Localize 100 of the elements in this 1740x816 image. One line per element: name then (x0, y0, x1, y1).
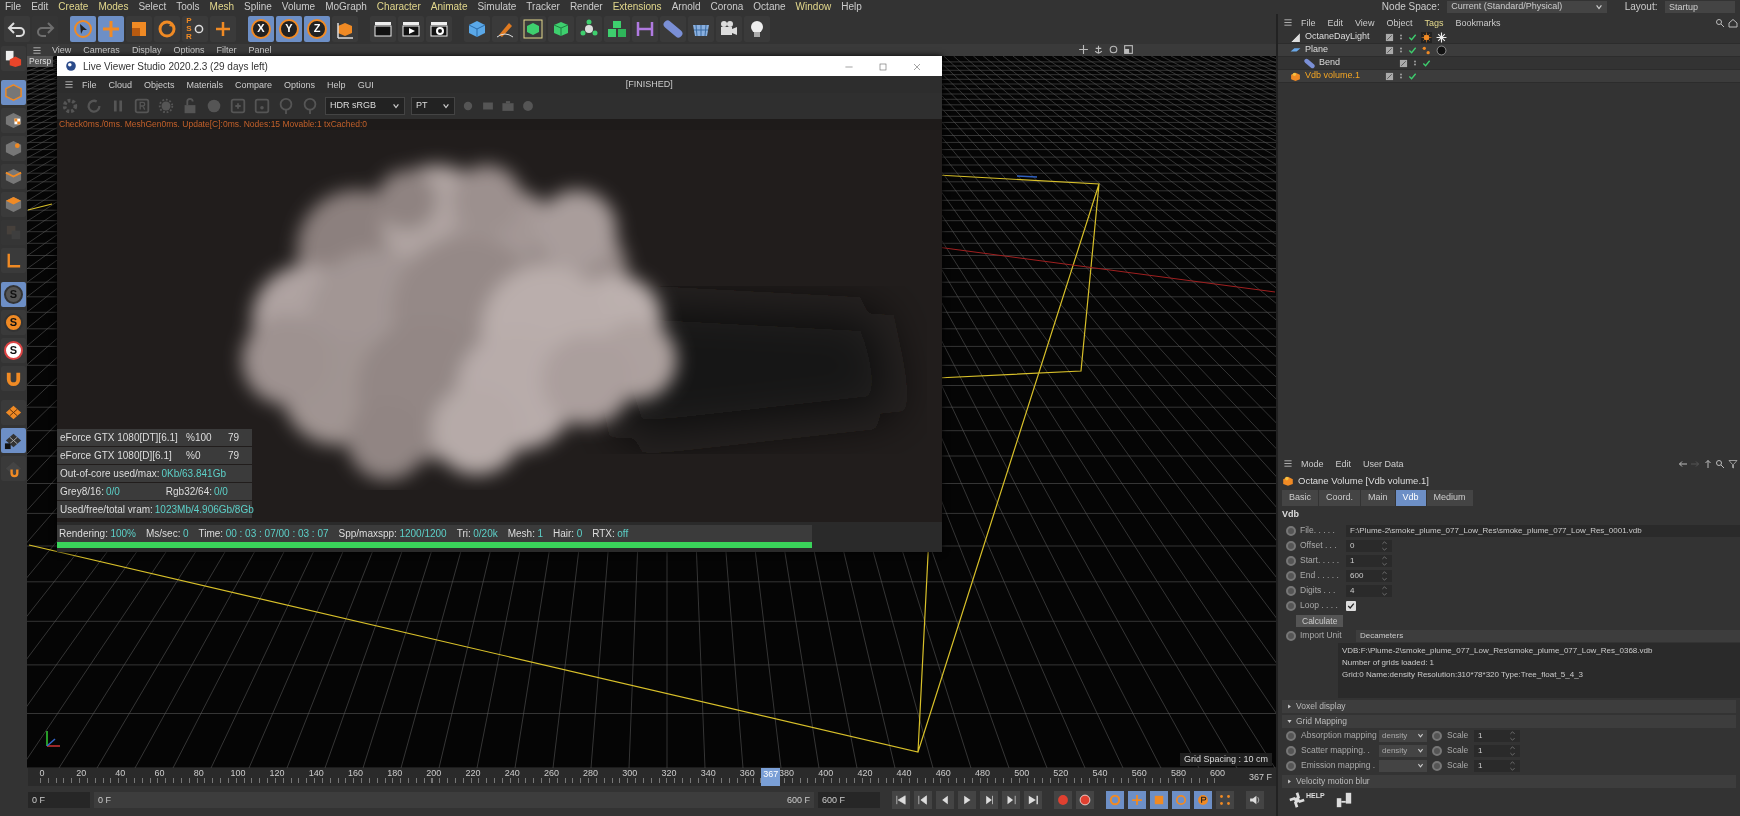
start-frame-field[interactable]: 0 F (28, 791, 90, 808)
menu-item[interactable]: File (1296, 15, 1321, 30)
floor-button[interactable] (688, 16, 714, 42)
previous-frame-button[interactable] (936, 790, 954, 809)
timeline-ruler[interactable]: 0 20 40 60 80 100 120 140 160 180 200 220 240 260 280 300 320 340 360 367 380 400 420 440 460 480 500 520 540 560 580 600 367 F (28, 768, 1276, 786)
record-button[interactable] (1054, 790, 1072, 809)
object-row[interactable]: Vdb volume.1 (1278, 70, 1740, 83)
checkbox[interactable] (1346, 600, 1356, 611)
menu-item[interactable]: Modes (93, 0, 134, 14)
tab[interactable]: Medium (1426, 490, 1473, 506)
section-header[interactable]: Voxel display (1282, 700, 1736, 714)
keyframe-selection-button[interactable] (1106, 790, 1124, 809)
position-key-button[interactable] (1128, 790, 1146, 809)
unit-dropdown[interactable]: Decameters (1356, 629, 1740, 642)
animation-toggle[interactable] (1286, 600, 1296, 611)
axis-mode-button[interactable] (1, 248, 26, 273)
menu-item[interactable]: Options (170, 44, 208, 56)
menu-item[interactable]: View (49, 44, 75, 56)
camera-button[interactable] (716, 16, 742, 42)
menu-item[interactable]: Character (371, 0, 426, 14)
coordinate-system-button[interactable] (332, 16, 358, 42)
autokey-button[interactable] (1076, 790, 1094, 809)
first-frame-button[interactable] (892, 790, 910, 809)
rotation-key-button[interactable] (1172, 790, 1190, 809)
menu-item[interactable]: Materials (181, 77, 229, 92)
menu-item[interactable]: Cloud (103, 77, 138, 92)
menu-item[interactable]: Simulate (472, 0, 522, 14)
menu-item[interactable]: Help (836, 0, 867, 14)
play-button[interactable] (958, 790, 976, 809)
cube-button[interactable] (464, 16, 490, 42)
add-tool[interactable] (210, 16, 236, 42)
animation-toggle[interactable] (1286, 555, 1296, 566)
next-frame-button[interactable] (980, 790, 998, 809)
sound-button[interactable] (1246, 790, 1264, 809)
menu-item[interactable]: Options (279, 77, 321, 92)
light-button[interactable] (744, 16, 770, 42)
polygon-mode-button[interactable] (1, 192, 26, 217)
layout-dropdown[interactable]: Startup (1665, 1, 1735, 13)
snap-mode-button[interactable]: S (1, 338, 26, 363)
menu-item[interactable]: Select (133, 0, 172, 14)
animation-toggle[interactable] (1286, 630, 1296, 641)
menu-item[interactable]: Cameras (80, 44, 123, 56)
select-tool[interactable] (70, 16, 96, 42)
number-field[interactable]: 0 (1346, 539, 1392, 552)
section-header[interactable]: Grid Mapping (1282, 715, 1736, 729)
menu-item[interactable]: GUI (352, 77, 379, 92)
menu-item[interactable]: Tracker (521, 0, 565, 14)
channel-dropdown[interactable]: density (1379, 744, 1427, 757)
channel-dropdown[interactable]: density (1379, 729, 1427, 742)
menu-item[interactable]: View (1350, 15, 1380, 30)
x-axis-toggle[interactable]: X (248, 16, 274, 42)
menu-item[interactable]: Mesh (204, 0, 239, 14)
last-frame-button[interactable] (1024, 790, 1042, 809)
number-field[interactable]: 1 (1346, 554, 1392, 567)
rotate-tool[interactable] (154, 16, 180, 42)
cubes-button[interactable] (604, 16, 630, 42)
animation-toggle[interactable] (1432, 745, 1442, 756)
menu-item[interactable]: Spline (239, 0, 277, 14)
animation-toggle[interactable] (1286, 760, 1296, 771)
y-axis-toggle[interactable]: Y (276, 16, 302, 42)
make-editable-button[interactable] (1, 46, 26, 71)
animation-toggle[interactable] (1432, 730, 1442, 741)
section-header[interactable]: Velocity motion blur (1282, 775, 1736, 789)
menu-item[interactable]: Panel (245, 44, 275, 56)
menu-item[interactable]: Edit (1322, 15, 1349, 30)
object-row[interactable]: Plane (1278, 44, 1740, 57)
menu-item[interactable]: Tags (1419, 15, 1449, 30)
bend-button[interactable] (660, 16, 686, 42)
workplane-button[interactable] (1, 400, 26, 425)
render-settings-button[interactable] (426, 16, 452, 42)
scale-tool[interactable] (126, 16, 152, 42)
tab[interactable]: Main (1361, 490, 1395, 506)
menu-item[interactable]: Render (564, 0, 608, 14)
menu-item[interactable]: Window (790, 0, 837, 14)
menu-item[interactable]: Display (128, 44, 165, 56)
edge-mode-button[interactable] (1, 164, 26, 189)
menu-item[interactable]: Create (53, 0, 94, 14)
animation-toggle[interactable] (1286, 730, 1296, 741)
animation-toggle[interactable] (1286, 570, 1296, 581)
menu-item[interactable]: Edit (26, 0, 54, 14)
end-frame-field[interactable]: 600 F (818, 791, 880, 808)
number-field[interactable]: 1 (1474, 744, 1520, 757)
cloner-button[interactable] (576, 16, 602, 42)
subdivision-button[interactable] (520, 16, 546, 42)
menu-item[interactable]: Octane (748, 0, 791, 14)
animation-toggle[interactable] (1286, 585, 1296, 596)
animation-toggle[interactable] (1286, 525, 1296, 536)
magnet-tool-button[interactable] (1, 366, 26, 391)
menu-item[interactable]: Filter (213, 44, 240, 56)
menu-item[interactable]: MoGraph (320, 0, 372, 14)
next-key-button[interactable] (1002, 790, 1020, 809)
menu-item[interactable]: Help (322, 77, 351, 92)
parameter-key-button[interactable] (1194, 790, 1212, 809)
number-field[interactable]: 1 (1474, 759, 1520, 772)
tab[interactable]: Basic (1282, 490, 1318, 506)
number-field[interactable]: 1 (1474, 729, 1520, 742)
workplane-snap-button[interactable] (1, 456, 26, 481)
menu-item[interactable]: Volume (276, 0, 321, 14)
menu-item[interactable]: Corona (705, 0, 749, 14)
file-path-field[interactable]: F:\Plume-2\smoke_plume_077_Low_Res\smoke_plume_077_Low_Res_0001.vdb (1346, 524, 1740, 537)
